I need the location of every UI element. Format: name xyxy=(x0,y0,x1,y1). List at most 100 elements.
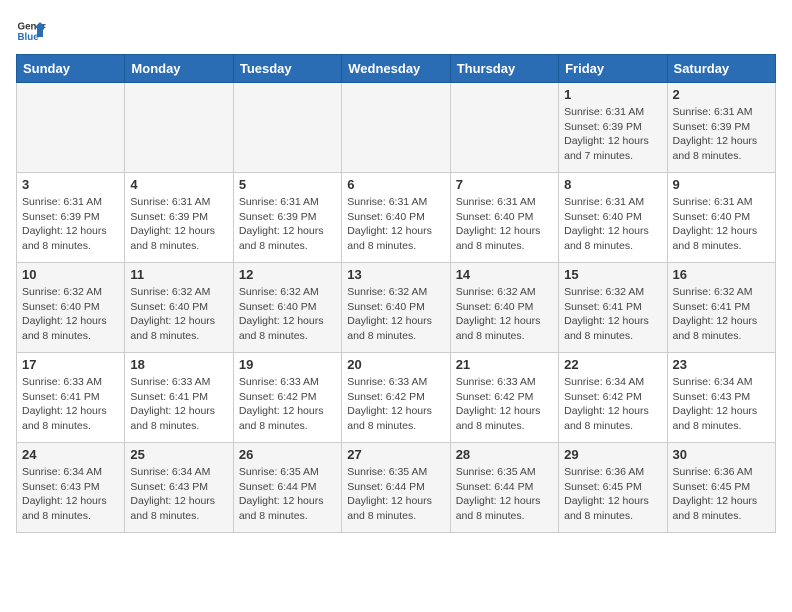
day-cell: 26 Sunrise: 6:35 AMSunset: 6:44 PMDayligh… xyxy=(233,443,341,533)
day-number: 28 xyxy=(456,447,553,462)
day-info: Sunrise: 6:36 AMSunset: 6:45 PMDaylight:… xyxy=(564,465,661,524)
day-header-tuesday: Tuesday xyxy=(233,55,341,83)
days-header-row: SundayMondayTuesdayWednesdayThursdayFrid… xyxy=(17,55,776,83)
day-info: Sunrise: 6:32 AMSunset: 6:40 PMDaylight:… xyxy=(22,285,119,344)
day-info: Sunrise: 6:33 AMSunset: 6:41 PMDaylight:… xyxy=(130,375,227,434)
day-cell: 24Sunrise: 6:34 AMSunset: 6:43 PMDayligh… xyxy=(17,443,125,533)
day-cell: 3 Sunrise: 6:31 AMSunset: 6:39 PMDaylight… xyxy=(17,173,125,263)
day-header-saturday: Saturday xyxy=(667,55,775,83)
svg-text:Blue: Blue xyxy=(18,32,40,43)
day-cell: 5Sunrise: 6:31 AMSunset: 6:39 PMDaylight… xyxy=(233,173,341,263)
day-number: 30 xyxy=(673,447,770,462)
day-cell: 1Sunrise: 6:31 AMSunset: 6:39 PMDaylight… xyxy=(559,83,667,173)
day-number: 11 xyxy=(130,267,227,282)
day-number: 7 xyxy=(456,177,553,192)
day-info: Sunrise: 6:31 AMSunset: 6:40 PMDaylight:… xyxy=(456,195,553,254)
day-info: Sunrise: 6:34 AMSunset: 6:43 PMDaylight:… xyxy=(130,465,227,524)
day-info: Sunrise: 6:32 AMSunset: 6:40 PMDaylight:… xyxy=(347,285,444,344)
day-cell: 2 Sunrise: 6:31 AMSunset: 6:39 PMDaylight… xyxy=(667,83,775,173)
day-info: Sunrise: 6:34 AMSunset: 6:43 PMDaylight:… xyxy=(22,465,119,524)
day-info: Sunrise: 6:31 AMSunset: 6:40 PMDaylight:… xyxy=(673,195,770,254)
day-number: 5 xyxy=(239,177,336,192)
day-info: Sunrise: 6:31 AMSunset: 6:39 PMDaylight:… xyxy=(130,195,227,254)
day-number: 2 xyxy=(673,87,770,102)
day-header-thursday: Thursday xyxy=(450,55,558,83)
day-number: 27 xyxy=(347,447,444,462)
day-number: 16 xyxy=(673,267,770,282)
day-number: 13 xyxy=(347,267,444,282)
day-cell: 11 Sunrise: 6:32 AMSunset: 6:40 PMDayligh… xyxy=(125,263,233,353)
day-header-friday: Friday xyxy=(559,55,667,83)
day-cell xyxy=(233,83,341,173)
day-number: 23 xyxy=(673,357,770,372)
day-number: 12 xyxy=(239,267,336,282)
day-info: Sunrise: 6:34 AMSunset: 6:43 PMDaylight:… xyxy=(673,375,770,434)
day-number: 6 xyxy=(347,177,444,192)
day-number: 10 xyxy=(22,267,119,282)
day-number: 14 xyxy=(456,267,553,282)
day-cell: 22 Sunrise: 6:34 AMSunset: 6:42 PMDayligh… xyxy=(559,353,667,443)
day-cell: 27Sunrise: 6:35 AMSunset: 6:44 PMDayligh… xyxy=(342,443,450,533)
logo: General Blue xyxy=(16,16,46,46)
day-cell: 15 Sunrise: 6:32 AMSunset: 6:41 PMDayligh… xyxy=(559,263,667,353)
day-cell xyxy=(450,83,558,173)
day-info: Sunrise: 6:34 AMSunset: 6:42 PMDaylight:… xyxy=(564,375,661,434)
day-info: Sunrise: 6:31 AMSunset: 6:40 PMDaylight:… xyxy=(564,195,661,254)
day-cell: 6 Sunrise: 6:31 AMSunset: 6:40 PMDaylight… xyxy=(342,173,450,263)
day-number: 17 xyxy=(22,357,119,372)
week-row-4: 17 Sunrise: 6:33 AMSunset: 6:41 PMDayligh… xyxy=(17,353,776,443)
day-cell xyxy=(125,83,233,173)
day-info: Sunrise: 6:35 AMSunset: 6:44 PMDaylight:… xyxy=(239,465,336,524)
day-cell: 7 Sunrise: 6:31 AMSunset: 6:40 PMDaylight… xyxy=(450,173,558,263)
day-number: 22 xyxy=(564,357,661,372)
day-cell: 29 Sunrise: 6:36 AMSunset: 6:45 PMDayligh… xyxy=(559,443,667,533)
day-info: Sunrise: 6:36 AMSunset: 6:45 PMDaylight:… xyxy=(673,465,770,524)
day-info: Sunrise: 6:32 AMSunset: 6:41 PMDaylight:… xyxy=(564,285,661,344)
day-header-monday: Monday xyxy=(125,55,233,83)
day-info: Sunrise: 6:32 AMSunset: 6:41 PMDaylight:… xyxy=(673,285,770,344)
day-cell: 4 Sunrise: 6:31 AMSunset: 6:39 PMDaylight… xyxy=(125,173,233,263)
day-number: 21 xyxy=(456,357,553,372)
day-cell xyxy=(17,83,125,173)
logo-icon: General Blue xyxy=(16,16,46,46)
week-row-2: 3 Sunrise: 6:31 AMSunset: 6:39 PMDaylight… xyxy=(17,173,776,263)
day-info: Sunrise: 6:31 AMSunset: 6:40 PMDaylight:… xyxy=(347,195,444,254)
day-cell: 28 Sunrise: 6:35 AMSunset: 6:44 PMDayligh… xyxy=(450,443,558,533)
day-info: Sunrise: 6:31 AMSunset: 6:39 PMDaylight:… xyxy=(22,195,119,254)
day-cell: 8 Sunrise: 6:31 AMSunset: 6:40 PMDaylight… xyxy=(559,173,667,263)
day-number: 29 xyxy=(564,447,661,462)
day-number: 4 xyxy=(130,177,227,192)
day-info: Sunrise: 6:33 AMSunset: 6:41 PMDaylight:… xyxy=(22,375,119,434)
day-cell: 9 Sunrise: 6:31 AMSunset: 6:40 PMDaylight… xyxy=(667,173,775,263)
day-cell: 16 Sunrise: 6:32 AMSunset: 6:41 PMDayligh… xyxy=(667,263,775,353)
day-number: 8 xyxy=(564,177,661,192)
day-cell: 20 Sunrise: 6:33 AMSunset: 6:42 PMDayligh… xyxy=(342,353,450,443)
day-info: Sunrise: 6:32 AMSunset: 6:40 PMDaylight:… xyxy=(239,285,336,344)
day-number: 25 xyxy=(130,447,227,462)
week-row-1: 1Sunrise: 6:31 AMSunset: 6:39 PMDaylight… xyxy=(17,83,776,173)
day-cell: 12 Sunrise: 6:32 AMSunset: 6:40 PMDayligh… xyxy=(233,263,341,353)
day-header-sunday: Sunday xyxy=(17,55,125,83)
day-info: Sunrise: 6:33 AMSunset: 6:42 PMDaylight:… xyxy=(239,375,336,434)
day-number: 9 xyxy=(673,177,770,192)
day-info: Sunrise: 6:31 AMSunset: 6:39 PMDaylight:… xyxy=(564,105,661,164)
day-cell: 17 Sunrise: 6:33 AMSunset: 6:41 PMDayligh… xyxy=(17,353,125,443)
day-cell: 19Sunrise: 6:33 AMSunset: 6:42 PMDayligh… xyxy=(233,353,341,443)
day-info: Sunrise: 6:33 AMSunset: 6:42 PMDaylight:… xyxy=(347,375,444,434)
day-cell: 18Sunrise: 6:33 AMSunset: 6:41 PMDayligh… xyxy=(125,353,233,443)
day-cell xyxy=(342,83,450,173)
day-cell: 23 Sunrise: 6:34 AMSunset: 6:43 PMDayligh… xyxy=(667,353,775,443)
week-row-3: 10 Sunrise: 6:32 AMSunset: 6:40 PMDayligh… xyxy=(17,263,776,353)
day-info: Sunrise: 6:31 AMSunset: 6:39 PMDaylight:… xyxy=(673,105,770,164)
day-cell: 25 Sunrise: 6:34 AMSunset: 6:43 PMDayligh… xyxy=(125,443,233,533)
day-number: 26 xyxy=(239,447,336,462)
day-cell: 13 Sunrise: 6:32 AMSunset: 6:40 PMDayligh… xyxy=(342,263,450,353)
day-cell: 14Sunrise: 6:32 AMSunset: 6:40 PMDayligh… xyxy=(450,263,558,353)
day-info: Sunrise: 6:32 AMSunset: 6:40 PMDaylight:… xyxy=(130,285,227,344)
day-number: 15 xyxy=(564,267,661,282)
day-cell: 21Sunrise: 6:33 AMSunset: 6:42 PMDayligh… xyxy=(450,353,558,443)
day-number: 3 xyxy=(22,177,119,192)
day-number: 20 xyxy=(347,357,444,372)
day-info: Sunrise: 6:35 AMSunset: 6:44 PMDaylight:… xyxy=(456,465,553,524)
day-header-wednesday: Wednesday xyxy=(342,55,450,83)
